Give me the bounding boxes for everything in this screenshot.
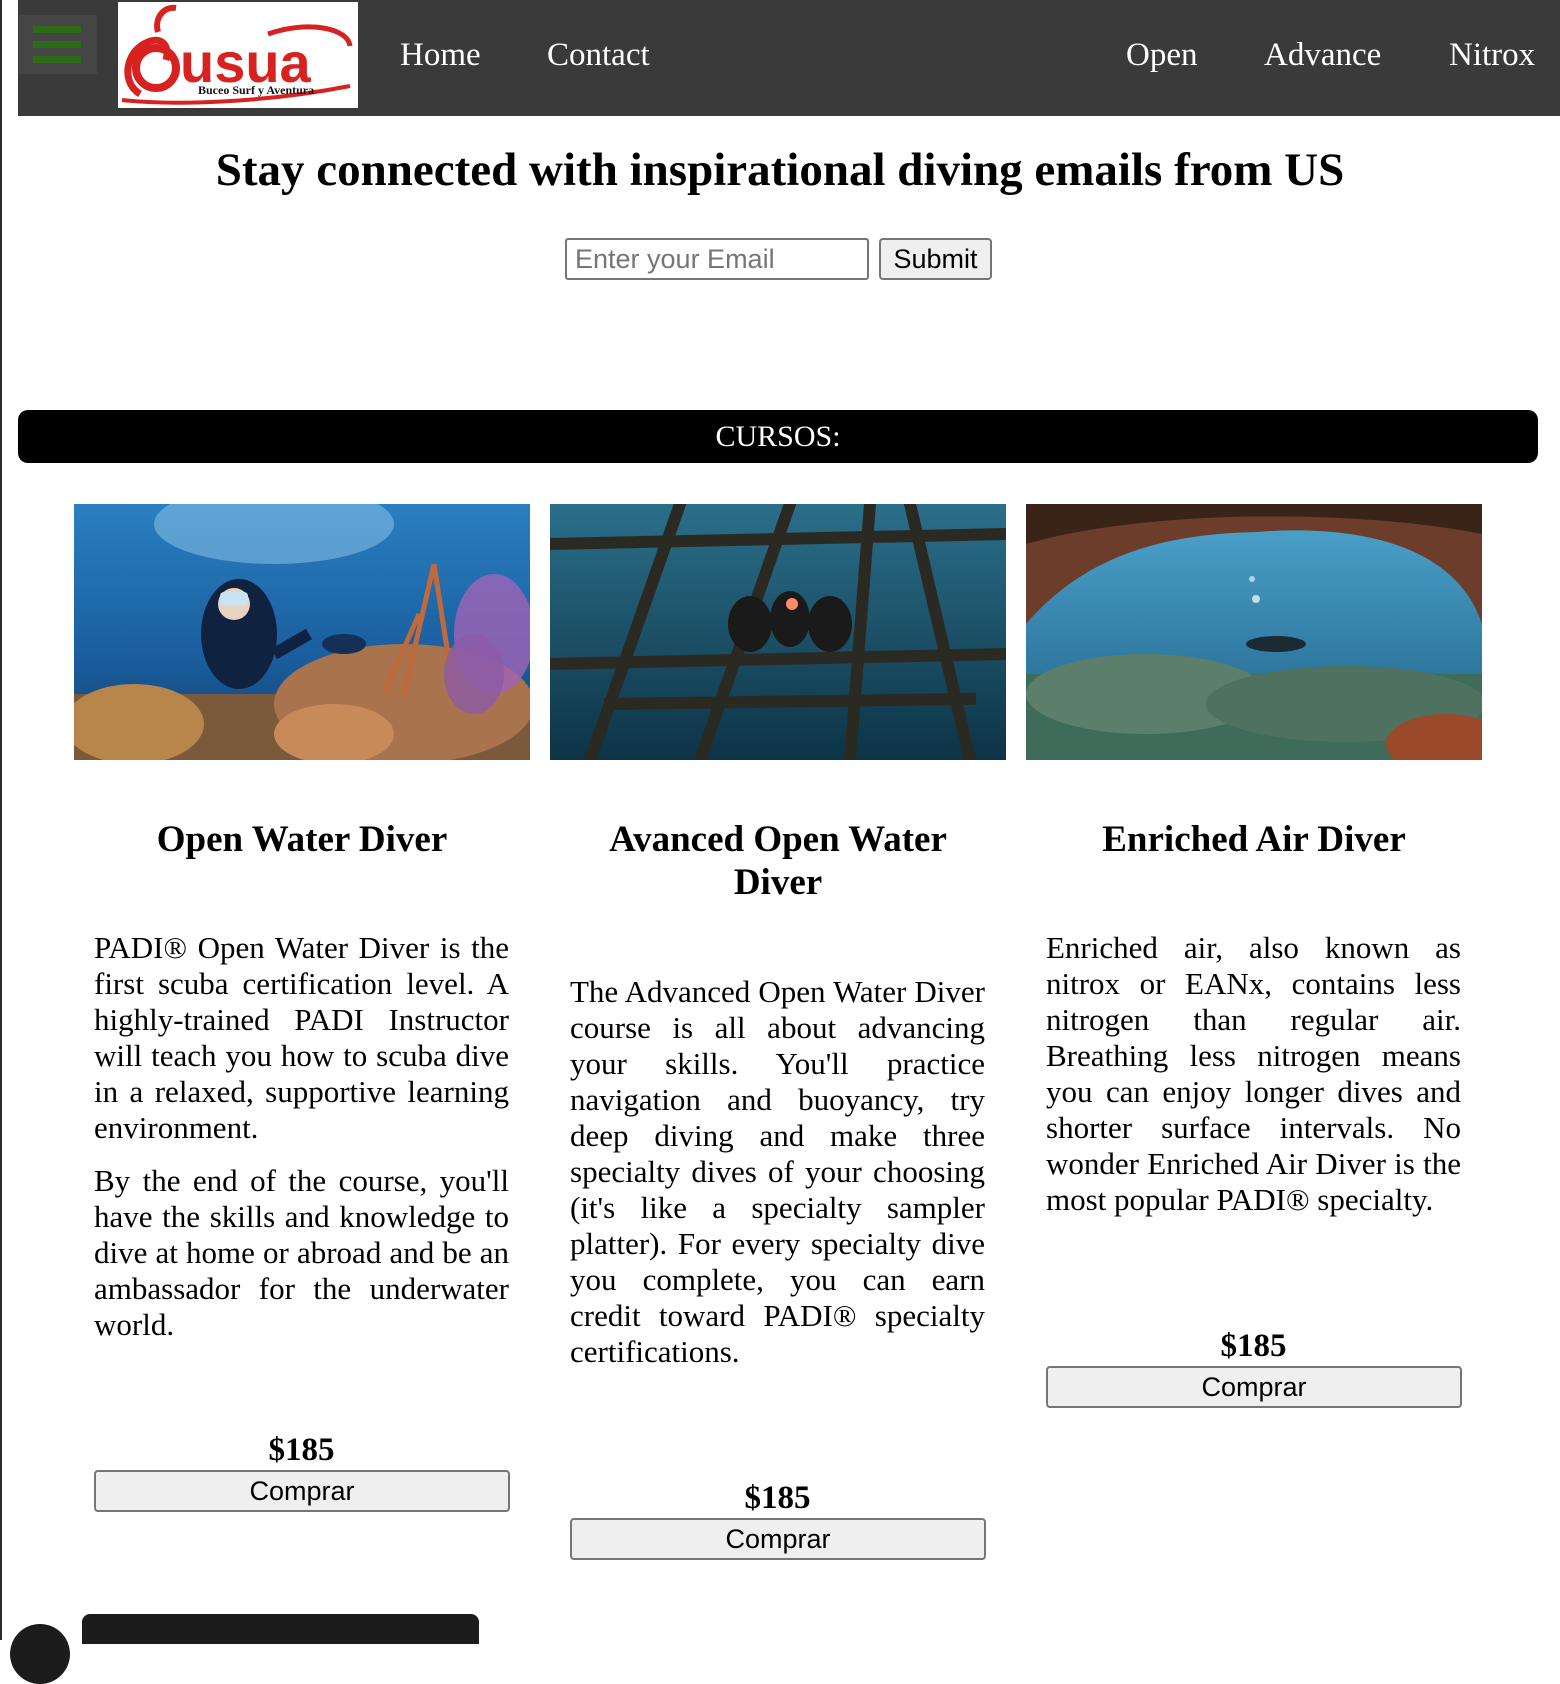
nav-link-advance[interactable]: Advance (1264, 30, 1381, 80)
course-image-open-water (74, 504, 530, 760)
nav-link-nitrox[interactable]: Nitrox (1449, 30, 1535, 80)
course-title-enriched-air: Enriched Air Diver (1102, 819, 1406, 860)
course-paragraph: The Advanced Open Water Diver course is … (570, 974, 985, 1369)
svg-text:Buceo Surf y Aventura: Buceo Surf y Aventura (198, 83, 314, 97)
newsletter-headline: Stay connected with inspirational diving… (215, 144, 1345, 196)
course-image-advanced (550, 504, 1006, 760)
course-paragraph: Enriched air, also known as nitrox or EA… (1046, 930, 1461, 1217)
course-description-enriched-air: Enriched air, also known as nitrox or EA… (1046, 930, 1461, 1235)
email-input[interactable] (565, 238, 869, 280)
course-image-enriched-air (1026, 504, 1482, 760)
course-title-advanced: Avanced Open Water Diver (609, 819, 947, 903)
hamburger-menu-icon[interactable] (19, 15, 97, 74)
course-price-enriched-air: $185 (1220, 1328, 1287, 1364)
nav-link-open[interactable]: Open (1126, 30, 1197, 80)
course-paragraph: By the end of the course, you'll have th… (94, 1163, 509, 1342)
top-navbar: usua Buceo Surf y Aventura Home Contact … (18, 0, 1560, 116)
nav-link-contact[interactable]: Contact (547, 30, 650, 80)
cursos-section-header: CURSOS: (18, 410, 1538, 463)
submit-button[interactable]: Submit (879, 238, 992, 280)
buy-button-enriched-air[interactable]: Comprar (1046, 1366, 1462, 1408)
course-description-advanced: The Advanced Open Water Diver course is … (570, 974, 985, 1387)
course-price-open-water: $185 (268, 1432, 335, 1468)
course-price-advanced: $185 (744, 1480, 811, 1516)
course-title-open-water: Open Water Diver (156, 819, 448, 860)
brand-logo[interactable]: usua Buceo Surf y Aventura (118, 2, 358, 108)
chat-widget-icon[interactable] (10, 1624, 70, 1684)
buy-button-open-water[interactable]: Comprar (94, 1470, 510, 1512)
buy-button-advanced[interactable]: Comprar (570, 1518, 986, 1560)
page-left-border (0, 0, 2, 1640)
course-description-open-water: PADI® Open Water Diver is the first scub… (94, 930, 509, 1360)
course-paragraph: PADI® Open Water Diver is the first scub… (94, 930, 509, 1145)
nav-link-home[interactable]: Home (400, 30, 481, 80)
